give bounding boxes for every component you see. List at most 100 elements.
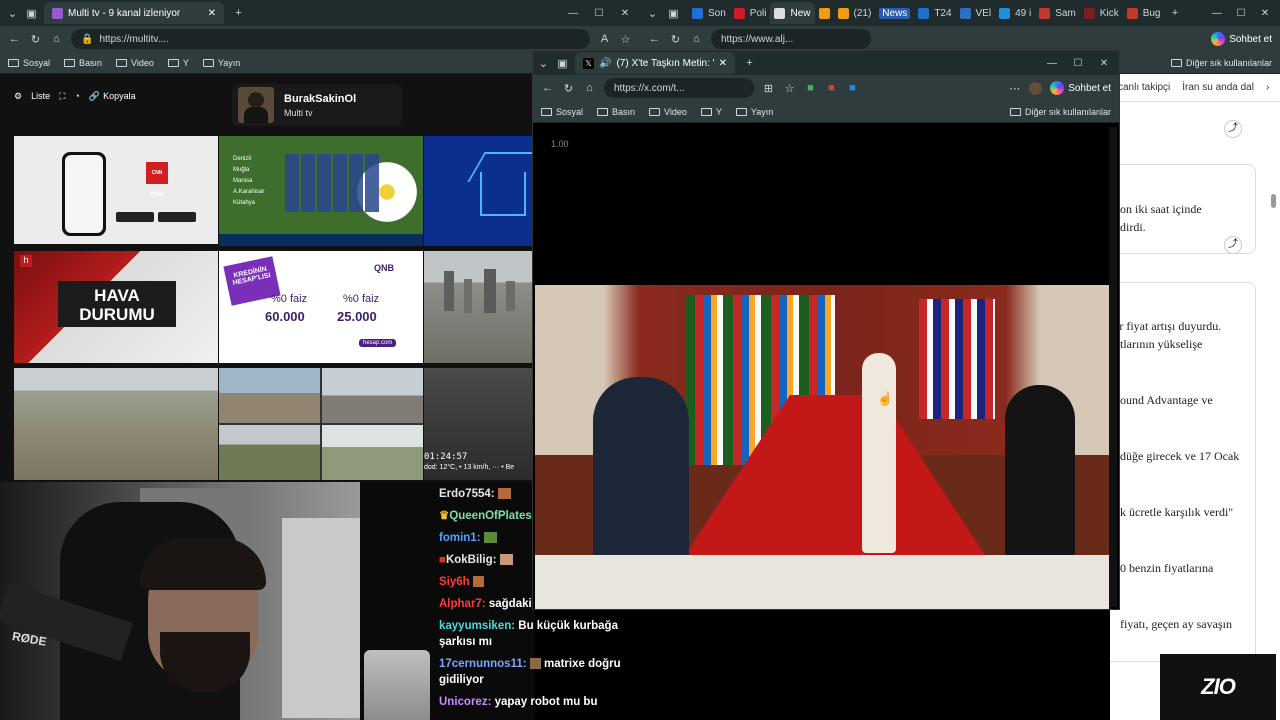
- tab-blank[interactable]: [815, 2, 834, 24]
- video-player[interactable]: ☝: [535, 285, 1109, 609]
- tab-sam[interactable]: Sam: [1035, 2, 1080, 24]
- tab-kick[interactable]: Kick: [1080, 2, 1123, 24]
- speaker-icon[interactable]: 🔊: [599, 58, 611, 69]
- article-line: on iki saat içinde: [1120, 202, 1202, 216]
- refresh-icon[interactable]: ↻: [562, 82, 575, 95]
- tile-house-ad[interactable]: [424, 136, 532, 246]
- close-tab-icon[interactable]: ✕: [719, 58, 727, 69]
- window-close-icon[interactable]: ✕: [1258, 8, 1272, 19]
- translate-icon[interactable]: A: [598, 33, 611, 46]
- favorite-star-icon[interactable]: ☆: [619, 33, 632, 46]
- popup-scrollbar[interactable]: [1109, 127, 1117, 607]
- tab-bug[interactable]: Bug: [1123, 2, 1165, 24]
- share-icon[interactable]: ⤴: [1224, 236, 1242, 254]
- tab-poli[interactable]: Poli: [730, 2, 771, 24]
- fullscreen-icon[interactable]: ⛶: [59, 91, 65, 102]
- tile-split-cams[interactable]: [219, 368, 423, 480]
- home-icon[interactable]: ⌂: [583, 82, 596, 95]
- back-icon[interactable]: ←: [648, 33, 661, 46]
- chevron-right-icon[interactable]: ›: [1266, 82, 1269, 93]
- new-tab-icon[interactable]: +: [1169, 7, 1182, 20]
- bookmark-video[interactable]: Video: [116, 58, 154, 68]
- tab-menu-icon[interactable]: ⌄: [646, 7, 659, 20]
- tile-ntv-weather[interactable]: Denizli Muğla Manisa A.Karahisar Kütahya: [219, 136, 423, 246]
- tab-son[interactable]: Son: [688, 2, 730, 24]
- tab-multitv[interactable]: Multi tv - 9 kanal izleniyor ✕: [44, 2, 224, 24]
- bookmark-sosyal[interactable]: Sosyal: [541, 107, 583, 117]
- settings-gear-icon[interactable]: ⚙: [14, 91, 22, 102]
- bookmark-yayin[interactable]: Yayın: [735, 107, 773, 117]
- refresh-icon[interactable]: ↻: [669, 33, 682, 46]
- workspaces-icon[interactable]: ▣: [667, 7, 680, 20]
- copilot-button[interactable]: Sohbet et: [1050, 81, 1111, 95]
- bookmark-other-favorites[interactable]: Diğer sık kullanılanlar: [1170, 58, 1272, 68]
- bookmark-basin[interactable]: Basın: [597, 107, 635, 117]
- tile-city-cam[interactable]: [424, 251, 532, 363]
- minimize-icon[interactable]: —: [1210, 8, 1224, 19]
- tab-new[interactable]: New: [770, 2, 815, 24]
- new-tab-icon[interactable]: +: [232, 7, 245, 20]
- window-close-icon[interactable]: ✕: [1097, 58, 1111, 69]
- scrollbar[interactable]: [1271, 194, 1276, 208]
- chat-username: Erdo7554:: [439, 488, 495, 500]
- live-follow-link[interactable]: canlı takipçi: [1118, 82, 1170, 93]
- headline-link[interactable]: İran su anda dal: [1182, 82, 1254, 93]
- maximize-icon[interactable]: ☐: [592, 8, 606, 19]
- tile-aerial-cam[interactable]: [14, 368, 218, 480]
- copilot-button[interactable]: Sohbet et: [1211, 32, 1272, 46]
- bookmark-basin[interactable]: Basın: [64, 58, 102, 68]
- bookmark-yayin[interactable]: Yayın: [202, 58, 240, 68]
- workspaces-icon[interactable]: ▣: [25, 7, 38, 20]
- bookmark-y[interactable]: Y: [167, 58, 189, 68]
- article-line: ound Advantage ve: [1120, 393, 1213, 407]
- emote-icon: [499, 554, 513, 566]
- home-icon[interactable]: ⌂: [690, 33, 703, 46]
- tab-label: 49 i: [1015, 7, 1032, 19]
- tab-vel[interactable]: VEl: [956, 2, 996, 24]
- bookmark-y[interactable]: Y: [700, 107, 722, 117]
- bookmark-video[interactable]: Video: [649, 107, 687, 117]
- list-button[interactable]: Liste: [31, 91, 50, 101]
- share-icon[interactable]: ⤴: [1224, 120, 1242, 138]
- favorite-star-icon[interactable]: ☆: [783, 82, 796, 95]
- tile-night-cam[interactable]: 01:24:57 dod: 12°C, • 13 km/h, ··· • Be: [424, 368, 532, 480]
- more-menu-icon[interactable]: ⋯: [1008, 82, 1021, 95]
- left-address-bar[interactable]: 🔒 https://multitv....: [71, 29, 590, 49]
- close-tab-icon[interactable]: ✕: [208, 8, 216, 19]
- maximize-icon[interactable]: ☐: [1071, 58, 1085, 69]
- back-icon[interactable]: ←: [8, 33, 21, 46]
- window-close-icon[interactable]: ✕: [618, 8, 632, 19]
- bookmark-label: Video: [131, 57, 154, 68]
- tile-cnn[interactable]: CNN TÜRK: [14, 136, 218, 244]
- profile-avatar[interactable]: [1029, 81, 1043, 95]
- extension-icon[interactable]: ■: [804, 82, 817, 95]
- tile-hava-durumu[interactable]: HAVA DURUMU h: [14, 251, 218, 363]
- bookmark-sosyal[interactable]: Sosyal: [8, 58, 50, 68]
- bookmark-other-favorites[interactable]: Diğer sık kullanılanlar: [1009, 107, 1111, 117]
- home-icon[interactable]: ⌂: [50, 33, 63, 46]
- minimize-icon[interactable]: —: [566, 8, 580, 19]
- refresh-icon[interactable]: ↻: [29, 33, 42, 46]
- tile-qnb-ad[interactable]: KREDİNİN HESAP'LISI QNB %0 faiz 60.000 %…: [219, 251, 423, 363]
- copy-button[interactable]: 🔗 Kopyala: [89, 91, 136, 102]
- extension-icon[interactable]: ■: [825, 82, 838, 95]
- tab-49[interactable]: 49 i: [995, 2, 1035, 24]
- tab-x-post[interactable]: 𝕏 🔊 (7) X'te Taşkın Metin: "Robot ✕: [575, 52, 735, 74]
- tab-menu-icon[interactable]: ⌄: [6, 7, 19, 20]
- tab-21[interactable]: (21): [834, 2, 876, 24]
- new-tab-icon[interactable]: +: [743, 57, 756, 70]
- tab-menu-icon[interactable]: ⌄: [537, 57, 550, 70]
- channel-card[interactable]: BurakSakinOl Multi tv: [232, 84, 402, 126]
- extension-icon[interactable]: ⊞: [762, 82, 775, 95]
- right-tab-strip: ⌄ ▣ Son Poli New (21) News T24 VEl 49 i …: [640, 0, 1280, 26]
- tab-news[interactable]: News: [875, 2, 914, 24]
- timer-icon[interactable]: ◔: [74, 91, 79, 101]
- tab-t24[interactable]: T24: [914, 2, 955, 24]
- back-icon[interactable]: ←: [541, 82, 554, 95]
- minimize-icon[interactable]: —: [1045, 58, 1059, 69]
- extension-icon[interactable]: ■: [846, 82, 859, 95]
- workspaces-icon[interactable]: ▣: [556, 57, 569, 70]
- maximize-icon[interactable]: ☐: [1234, 8, 1248, 19]
- right-address-bar[interactable]: https://www.alj...: [711, 29, 871, 49]
- popup-address-bar[interactable]: https://x.com/t...: [604, 78, 754, 98]
